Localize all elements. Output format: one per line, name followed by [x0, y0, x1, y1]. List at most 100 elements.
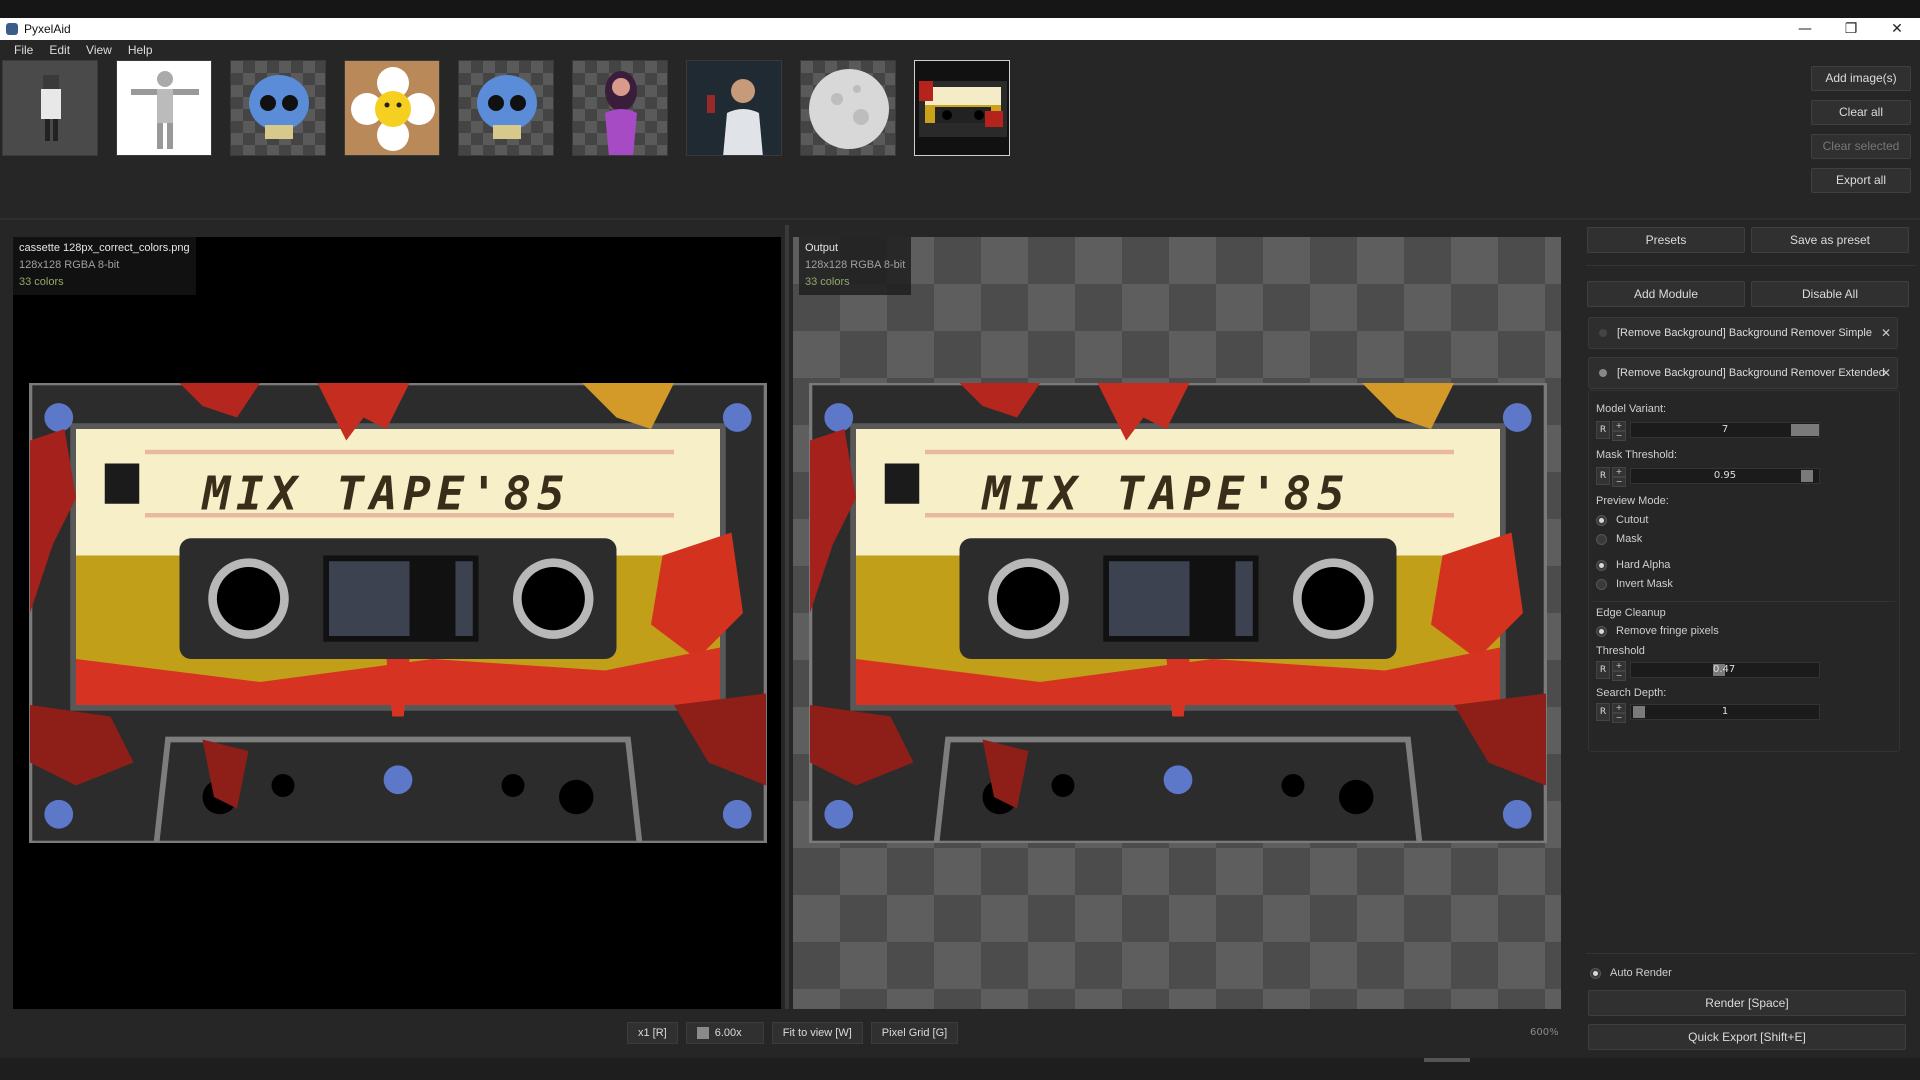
thumbnail-mixtape-cassette[interactable] — [914, 60, 1010, 156]
decrement-button[interactable]: − — [1612, 477, 1626, 487]
search-depth-label: Search Depth: — [1596, 687, 1667, 699]
module-label: [Remove Background] Background Remover S… — [1617, 327, 1872, 339]
checkbox-icon[interactable] — [1596, 625, 1607, 637]
reset-button[interactable]: R — [1596, 421, 1610, 439]
cutout-radio[interactable]: Cutout — [1596, 514, 1648, 526]
stepper[interactable]: + − — [1612, 661, 1626, 681]
maximize-button[interactable]: ❐ — [1828, 18, 1874, 40]
slider-knob[interactable] — [1791, 424, 1819, 436]
slider-value: 0.95 — [1713, 470, 1737, 481]
checkbox-icon[interactable] — [1596, 578, 1607, 590]
save-as-preset-button[interactable]: Save as preset — [1751, 227, 1909, 253]
decrement-button[interactable]: − — [1612, 671, 1626, 681]
clear-all-button[interactable]: Clear all — [1811, 100, 1911, 125]
scale-button[interactable]: x1 [R] — [627, 1022, 678, 1044]
thumbnail-scientist-photo[interactable] — [686, 60, 782, 156]
threshold-control: R + − 0.47 — [1596, 661, 1820, 681]
module-toggle-icon[interactable] — [1599, 329, 1607, 337]
close-icon[interactable]: ✕ — [1881, 326, 1891, 340]
increment-button[interactable]: + — [1612, 467, 1626, 477]
quick-export-button[interactable]: Quick Export [Shift+E] — [1588, 1024, 1906, 1050]
radio-icon[interactable] — [1596, 514, 1607, 526]
add-module-button[interactable]: Add Module — [1587, 281, 1745, 307]
clear-selected-button[interactable]: Clear selected — [1811, 134, 1911, 159]
thumbnail-skull-blue[interactable] — [230, 60, 326, 156]
module-bg-remover-extended[interactable]: [Remove Background] Background Remover E… — [1588, 357, 1898, 389]
panel-separator — [1586, 953, 1916, 954]
slider-value: 7 — [1721, 424, 1729, 435]
checkbox-icon[interactable] — [1596, 559, 1607, 571]
thumbnail-moon-sphere[interactable] — [800, 60, 896, 156]
mask-threshold-slider[interactable]: 0.95 — [1630, 468, 1820, 484]
render-button[interactable]: Render [Space] — [1588, 990, 1906, 1016]
cutout-label: Cutout — [1616, 514, 1649, 526]
fit-to-view-button[interactable]: Fit to view [W] — [771, 1022, 863, 1044]
radio-icon[interactable] — [1596, 533, 1607, 545]
thumbnail-character-figure[interactable] — [2, 60, 98, 156]
add-images-button[interactable]: Add image(s) — [1811, 66, 1911, 91]
pane-splitter[interactable] — [785, 225, 789, 1009]
auto-render-checkbox[interactable]: Auto Render — [1590, 967, 1672, 979]
output-preview-pane[interactable]: Output 128x128 RGBA 8-bit 33 colors — [793, 237, 1561, 1009]
search-depth-slider[interactable]: 1 — [1630, 704, 1820, 720]
menu-view[interactable]: View — [78, 43, 120, 57]
menu-edit[interactable]: Edit — [41, 43, 78, 57]
invert-mask-checkbox[interactable]: Invert Mask — [1596, 578, 1673, 590]
thumbnail-skull-blue-2[interactable] — [458, 60, 554, 156]
hard-alpha-checkbox[interactable]: Hard Alpha — [1596, 559, 1670, 571]
reset-button[interactable]: R — [1596, 661, 1610, 679]
module-panel: Presets Save as preset Add Module Disabl… — [1580, 225, 1920, 1058]
slider-knob[interactable] — [1801, 470, 1813, 482]
settings-separator — [1593, 601, 1895, 602]
increment-button[interactable]: + — [1612, 421, 1626, 431]
menu-file[interactable]: File — [6, 43, 41, 57]
window-controls: — ❐ ✕ — [1782, 18, 1920, 40]
thumbnail-girl-tpose[interactable] — [116, 60, 212, 156]
checkbox-icon[interactable] — [1590, 967, 1601, 979]
image-gallery — [2, 60, 1028, 156]
input-preview-pane[interactable]: MIX TAPE'85 cassette 128px_correct_color… — [13, 237, 781, 1009]
threshold-slider[interactable]: 0.47 — [1630, 662, 1820, 678]
mask-threshold-label: Mask Threshold: — [1596, 449, 1678, 461]
close-button[interactable]: ✕ — [1874, 18, 1920, 40]
gallery-divider — [0, 218, 1920, 220]
reset-button[interactable]: R — [1596, 703, 1610, 721]
presets-button[interactable]: Presets — [1587, 227, 1745, 253]
gallery-actions: Add image(s) Clear all Clear selected Ex… — [1811, 66, 1911, 202]
module-bg-remover-simple[interactable]: [Remove Background] Background Remover S… — [1588, 317, 1898, 349]
menu-help[interactable]: Help — [120, 43, 161, 57]
slider-knob[interactable] — [1633, 706, 1645, 718]
menu-bar: File Edit View Help — [0, 40, 1920, 60]
output-cassette-image — [809, 383, 1547, 843]
input-meta: 128x128 RGBA 8-bit — [19, 259, 120, 271]
zoom-swatch-icon — [696, 1027, 709, 1039]
stepper[interactable]: + − — [1612, 467, 1626, 487]
pixel-grid-button[interactable]: Pixel Grid [G] — [870, 1022, 959, 1044]
decrement-button[interactable]: − — [1612, 713, 1626, 723]
close-icon[interactable]: ✕ — [1881, 366, 1891, 380]
edge-cleanup-label: Edge Cleanup — [1596, 607, 1666, 619]
reset-button[interactable]: R — [1596, 467, 1610, 485]
increment-button[interactable]: + — [1612, 661, 1626, 671]
model-variant-slider[interactable]: 7 — [1630, 422, 1820, 438]
stepper[interactable]: + − — [1612, 421, 1626, 441]
decrement-button[interactable]: − — [1612, 431, 1626, 441]
input-info-box: cassette 128px_correct_colors.png 128x12… — [13, 237, 196, 295]
export-all-button[interactable]: Export all — [1811, 168, 1911, 193]
thumbnail-flower-smiley[interactable] — [344, 60, 440, 156]
minimize-button[interactable]: — — [1782, 18, 1828, 40]
search-depth-control: R + − 1 — [1596, 703, 1820, 723]
disable-all-button[interactable]: Disable All — [1751, 281, 1909, 307]
stepper[interactable]: + − — [1612, 703, 1626, 723]
module-actions-row: Add Module Disable All — [1587, 281, 1909, 307]
increment-button[interactable]: + — [1612, 703, 1626, 713]
input-color-count: 33 colors — [19, 276, 64, 288]
zoom-field[interactable]: 6.00x — [685, 1022, 764, 1044]
cassette-label-text: MIX TAPE'85 — [201, 467, 571, 521]
horizontal-scrollbar[interactable] — [1424, 1058, 1470, 1062]
mask-radio[interactable]: Mask — [1596, 533, 1642, 545]
thumbnail-woman-purple[interactable] — [572, 60, 668, 156]
remove-fringe-checkbox[interactable]: Remove fringe pixels — [1596, 625, 1719, 637]
input-filename: cassette 128px_correct_colors.png — [19, 242, 190, 254]
module-toggle-icon[interactable] — [1599, 369, 1607, 377]
